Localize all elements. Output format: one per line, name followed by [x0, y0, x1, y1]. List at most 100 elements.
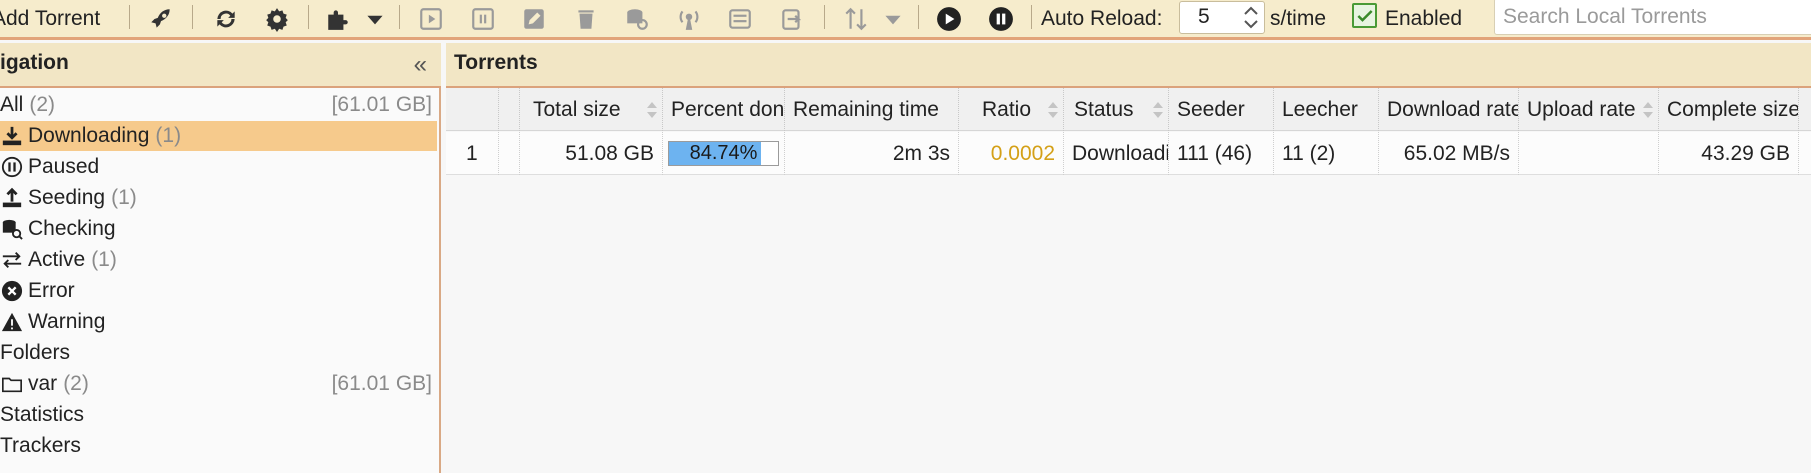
- nav-item-error[interactable]: Error: [0, 276, 437, 306]
- auto-reload-input[interactable]: 5: [1179, 1, 1265, 34]
- nav-section-trackers[interactable]: Trackers: [0, 431, 437, 461]
- cell-value: Downloading: [1072, 141, 1168, 165]
- gear-icon[interactable]: [264, 6, 290, 32]
- cell-value: 65.02 MB/s: [1403, 141, 1510, 165]
- navigation-title: igation: [0, 51, 69, 74]
- column-header-percent-done[interactable]: Percent done: [662, 88, 784, 131]
- column-header-seeder[interactable]: Seeder: [1168, 88, 1273, 131]
- column-header-label: Total size: [533, 97, 621, 121]
- nav-item-paused[interactable]: Paused: [0, 152, 437, 182]
- column-header-label: Download rate: [1387, 97, 1518, 121]
- collapse-icon[interactable]: «: [414, 51, 427, 79]
- folder-icon: [0, 372, 24, 396]
- column-header-remaining-time[interactable]: Remaining time: [784, 88, 958, 131]
- pause-circle-icon: [0, 155, 24, 179]
- toolbar: Add Torrent Auto Reload: 5 s/time Enable…: [0, 0, 1811, 40]
- nav-item-label: Paused: [28, 155, 100, 178]
- reannounce-icon[interactable]: [676, 6, 702, 32]
- nav-item-label: Checking: [28, 217, 116, 240]
- sort-icon[interactable]: [843, 6, 869, 32]
- spinner-arrows-icon[interactable]: [1240, 2, 1262, 33]
- nav-item-label: Folders: [0, 341, 71, 364]
- download-icon: [0, 124, 24, 148]
- nav-item-warning[interactable]: Warning: [0, 307, 437, 337]
- cell-index: 1: [446, 132, 498, 175]
- cell-value: 51.08 GB: [565, 141, 654, 165]
- add-torrent-button[interactable]: Add Torrent: [0, 0, 100, 37]
- navigation-panel: igation « All (2) [61.01 GB] Downloading…: [0, 43, 441, 473]
- column-header-status[interactable]: Status: [1063, 88, 1168, 131]
- nav-item-all[interactable]: All (2) [61.01 GB]: [0, 90, 437, 120]
- cell-remaining-time: 2m 3s: [784, 132, 958, 175]
- cell-status: Downloading: [1063, 132, 1168, 175]
- column-header-label: Ratio: [982, 97, 1032, 121]
- column-header-label: Percent done: [671, 97, 784, 121]
- nav-item-seeding[interactable]: Seeding (1): [0, 183, 437, 213]
- move-icon[interactable]: [779, 6, 805, 32]
- column-header-download-rate[interactable]: Download rate: [1378, 88, 1518, 131]
- nav-item-downloading[interactable]: Downloading (1): [0, 121, 437, 151]
- nav-item-active[interactable]: Active (1): [0, 245, 437, 275]
- cell-complete-size: 43.29 GB: [1658, 132, 1798, 175]
- toolbar-divider: [399, 5, 400, 29]
- nav-item-size: [61.01 GB]: [331, 372, 432, 395]
- column-header-total-size[interactable]: Total size: [519, 88, 662, 131]
- auto-reload-label: Auto Reload:: [1041, 0, 1162, 37]
- delete-icon[interactable]: [573, 6, 599, 32]
- nav-section-statistics[interactable]: Statistics: [0, 400, 437, 430]
- details-icon[interactable]: [727, 6, 753, 32]
- cell-ratio: 0.0002: [958, 132, 1063, 175]
- column-header-leecher[interactable]: Leecher: [1273, 88, 1378, 131]
- cell-value: 111 (46): [1177, 141, 1253, 165]
- start-icon[interactable]: [418, 6, 444, 32]
- toolbar-divider: [192, 5, 193, 29]
- column-header-upload-rate[interactable]: Upload rate: [1518, 88, 1658, 131]
- cell-seeder: 111 (46): [1168, 132, 1273, 175]
- nav-item-size: [61.01 GB]: [331, 93, 432, 116]
- auto-reload-text: Auto Reload:: [1041, 6, 1163, 30]
- nav-section-folders[interactable]: Folders: [0, 338, 437, 368]
- pause-icon[interactable]: [470, 6, 496, 32]
- enabled-label[interactable]: Enabled: [1385, 0, 1462, 37]
- warning-icon: [0, 310, 24, 334]
- nav-item-checking[interactable]: Checking: [0, 214, 437, 244]
- pause-all-icon[interactable]: [988, 6, 1014, 32]
- nav-item-count: (1): [91, 248, 117, 271]
- column-header-ratio[interactable]: Ratio: [958, 88, 1063, 131]
- search-input[interactable]: [1494, 0, 1811, 35]
- resume-all-icon[interactable]: [936, 6, 962, 32]
- column-header-more[interactable]: [1798, 88, 1811, 131]
- toolbar-divider: [1031, 5, 1032, 29]
- column-header-complete-size[interactable]: Complete size: [1658, 88, 1798, 131]
- nav-item-count: (1): [155, 124, 182, 147]
- cell-download-rate: 65.02 MB/s: [1378, 132, 1518, 175]
- column-header-index[interactable]: [446, 88, 498, 131]
- sort-icon: [1643, 102, 1653, 118]
- plugin-icon[interactable]: [325, 6, 351, 32]
- edit-icon[interactable]: [521, 6, 547, 32]
- rocket-icon[interactable]: [148, 6, 174, 32]
- cell-more: [1798, 132, 1811, 175]
- cell-value: 2m 3s: [892, 141, 950, 165]
- torrents-title: Torrents: [454, 51, 538, 74]
- table-row[interactable]: 1 51.08 GB 84.74% 2m 3s 0.0002 Downloadi…: [446, 132, 1811, 175]
- exchange-icon: [0, 248, 24, 272]
- column-header-label: Status: [1074, 97, 1134, 121]
- cell-value: 11 (2): [1282, 141, 1336, 165]
- error-icon: [0, 279, 24, 303]
- refresh-icon[interactable]: [213, 6, 239, 32]
- upload-icon: [0, 186, 24, 210]
- enabled-checkbox[interactable]: [1352, 3, 1377, 28]
- cell-name: [498, 132, 519, 175]
- sort-icon: [1153, 102, 1163, 118]
- toolbar-divider: [824, 5, 825, 29]
- per-time-label: s/time: [1270, 0, 1326, 37]
- nav-item-count: (1): [111, 186, 137, 209]
- table-header: Total size Percent done Remaining time R…: [446, 88, 1811, 131]
- column-header-name[interactable]: [498, 88, 519, 131]
- chevron-down-icon[interactable]: [362, 6, 388, 32]
- nav-item-folder-var[interactable]: var (2) [61.01 GB]: [0, 369, 437, 399]
- nav-item-label: var: [28, 372, 58, 395]
- chevron-down-icon[interactable]: [880, 6, 906, 32]
- recheck-icon[interactable]: [624, 6, 650, 32]
